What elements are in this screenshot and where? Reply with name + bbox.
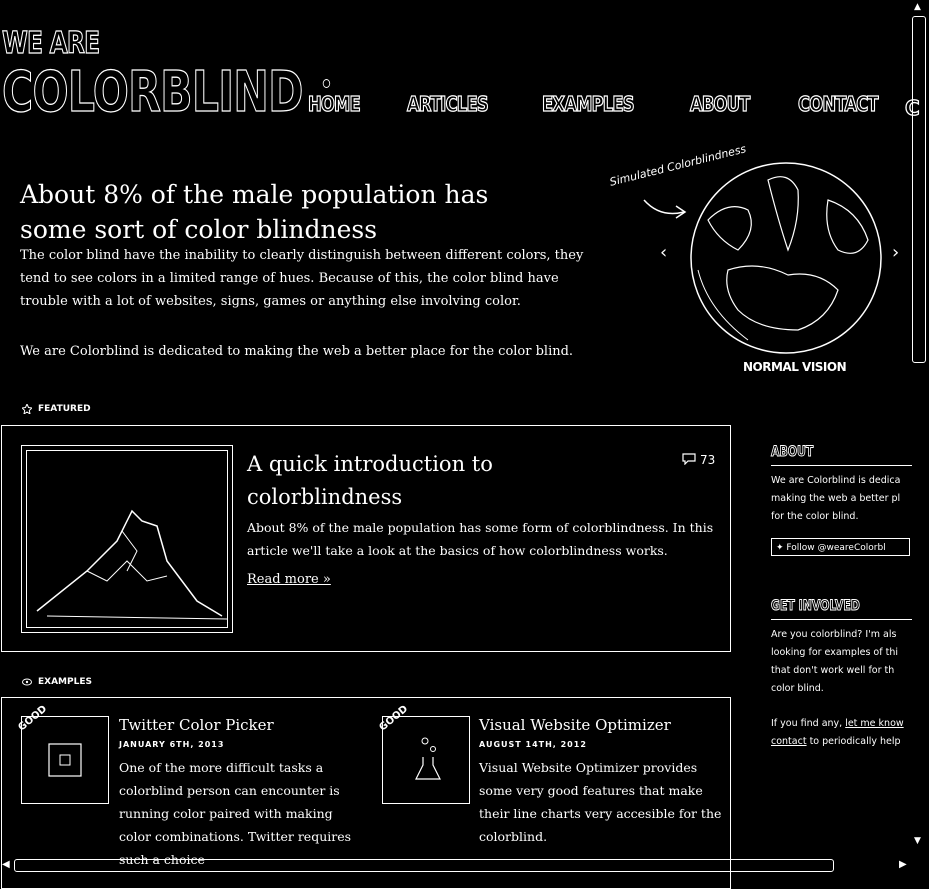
- horizontal-scrollbar-thumb[interactable]: [14, 859, 834, 872]
- sidebar-involved-line: If you find any, let me know: [771, 715, 913, 733]
- example-description: One of the more difficult tasks a colorb…: [119, 760, 352, 867]
- logo-tagline[interactable]: WE ARE: [1, 25, 100, 61]
- rating-badge: GOOD: [16, 703, 50, 734]
- eye-icon: [22, 678, 32, 686]
- let-me-know-link[interactable]: let me know: [845, 718, 903, 729]
- featured-article-card: A quick introduction to colorblindness 7…: [1, 425, 731, 652]
- example-date: JANUARY 6TH, 2013: [119, 740, 225, 749]
- sidebar-involved-line: looking for examples of thi: [771, 647, 898, 658]
- sidebar-involved-line: that don't work well for th: [771, 665, 895, 676]
- rating-badge: GOOD: [377, 703, 411, 734]
- sidebar-involved-text: Are you colorblind? I'm als looking for …: [771, 626, 913, 751]
- featured-label-text: FEATURED: [38, 404, 91, 414]
- vision-caption: NORMAL VISION: [743, 360, 847, 374]
- vision-simulator: Simulated Colorblindness ‹ › NORMAL VISI…: [600, 142, 910, 380]
- speech-bubble-icon: [682, 453, 696, 465]
- sidebar-about-line: We are Colorblind is dedica: [771, 475, 901, 486]
- sidebar-involved-line: color blind.: [771, 683, 824, 694]
- sidebar-divider: [771, 619, 912, 620]
- slider-prev-button[interactable]: ‹: [660, 242, 667, 263]
- examples-section-label: EXAMPLES: [22, 677, 92, 687]
- nav-about[interactable]: ABOUT: [689, 91, 750, 116]
- read-more-link[interactable]: Read more »: [247, 572, 331, 587]
- contact-link[interactable]: contact: [771, 736, 807, 747]
- sidebar-about-line: for the color blind.: [771, 511, 859, 522]
- color-picker-icon: [48, 743, 82, 777]
- twitter-bird-icon: ✦: [776, 543, 787, 553]
- comment-count[interactable]: 73: [682, 453, 715, 467]
- follow-label: Follow @weareColorbl: [786, 543, 886, 553]
- scroll-up-button[interactable]: ▲: [914, 2, 921, 12]
- sidebar-involved-line: contact to periodically help: [771, 733, 913, 751]
- hero-title: About 8% of the male population has some…: [20, 179, 489, 244]
- example-thumbnail[interactable]: GOOD: [377, 704, 470, 804]
- sidebar-about-text: We are Colorblind is dedica making the w…: [771, 472, 913, 526]
- featured-article-excerpt: About 8% of the male population has some…: [247, 520, 714, 558]
- examples-label-text: EXAMPLES: [38, 677, 92, 687]
- twitter-follow-button[interactable]: ✦ Follow @weareColorbl: [771, 538, 910, 556]
- slider-next-button[interactable]: ›: [892, 242, 899, 263]
- sidebar-about-heading: ABOUT: [771, 444, 814, 461]
- annotation-arrow-icon: [643, 199, 687, 219]
- sidebar-involved-heading: GET INVOLVED: [771, 598, 861, 615]
- featured-image[interactable]: [21, 445, 233, 633]
- nav-contact[interactable]: CONTACT: [798, 91, 880, 116]
- scroll-right-button[interactable]: ▶: [899, 859, 907, 870]
- example-title[interactable]: Visual Website Optimizer: [479, 716, 671, 734]
- sidebar-involved-line: Are you colorblind? I'm als: [771, 629, 897, 640]
- scroll-down-button[interactable]: ▼: [914, 836, 921, 846]
- featured-article-title[interactable]: A quick introduction to colorblindness: [247, 448, 547, 514]
- nav-articles[interactable]: ARTICLES: [407, 91, 490, 116]
- example-date: AUGUST 14TH, 2012: [479, 740, 587, 749]
- globe-illustration: [690, 162, 882, 354]
- hero-paragraph-mission: We are Colorblind is dedicated to making…: [20, 344, 574, 359]
- nav-home-label: HOME: [307, 91, 361, 116]
- nav-examples[interactable]: EXAMPLES: [541, 91, 635, 116]
- main-nav: HOME ARTICLES EXAMPLES ABOUT CONTACT: [307, 79, 929, 117]
- involved-text: If you find any,: [771, 718, 846, 729]
- featured-image-frame: [26, 450, 228, 628]
- vertical-scrollbar-thumb[interactable]: [912, 16, 926, 363]
- sidebar-divider: [771, 465, 912, 466]
- example-thumbnail[interactable]: GOOD: [16, 704, 109, 804]
- hero-paragraph: The color blind have the inability to cl…: [20, 248, 584, 309]
- logo-wordmark[interactable]: COLORBLIND: [2, 59, 304, 125]
- comment-count-value: 73: [700, 453, 716, 467]
- star-icon: [22, 404, 32, 414]
- example-title[interactable]: Twitter Color Picker: [119, 716, 274, 734]
- example-description: Visual Website Optimizer provides some v…: [479, 760, 722, 844]
- nav-home[interactable]: HOME: [307, 79, 361, 117]
- sidebar-about-line: making the web a better pl: [771, 493, 901, 504]
- active-indicator-icon: [322, 79, 331, 88]
- featured-section-label: FEATURED: [22, 404, 91, 414]
- mountain-illustration: [36, 509, 228, 620]
- scroll-left-button[interactable]: ◀: [2, 859, 10, 870]
- involved-text: to periodically help: [806, 736, 901, 747]
- flask-icon: [415, 737, 441, 780]
